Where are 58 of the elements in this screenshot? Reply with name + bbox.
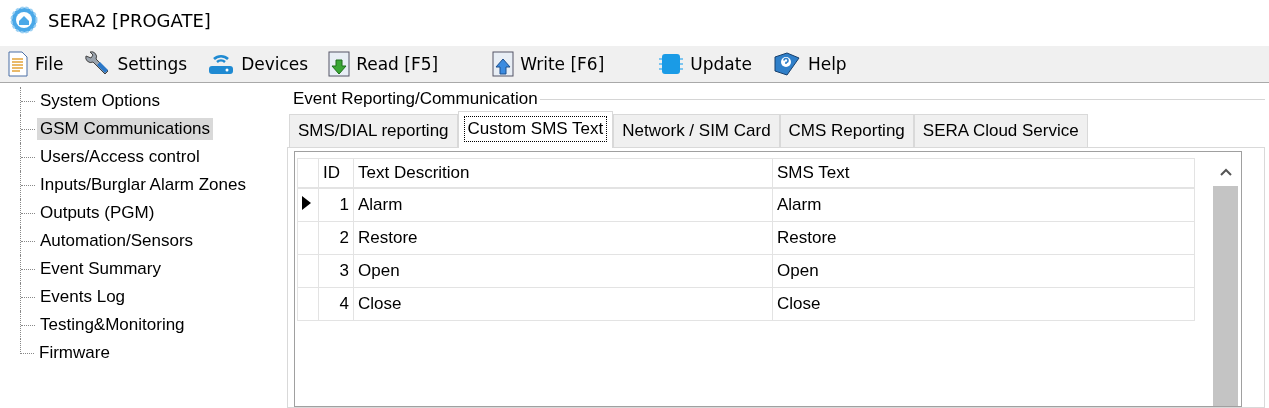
tree-item[interactable]: Outputs (PGM) <box>37 202 158 224</box>
tree-item[interactable]: Automation/Sensors <box>37 230 197 252</box>
tree-connector <box>21 268 35 270</box>
chip-icon <box>658 51 685 77</box>
column-header[interactable]: ID <box>318 158 354 188</box>
tree-item[interactable]: Inputs/Burglar Alarm Zones <box>37 174 249 196</box>
tree-connector <box>21 324 35 326</box>
table-cell: Open <box>772 254 1195 288</box>
tree-connector <box>21 156 35 158</box>
table-cell: 2 <box>318 221 354 255</box>
upload-icon <box>492 51 515 77</box>
tree-item[interactable]: System Options <box>37 90 163 112</box>
document-icon <box>7 51 29 77</box>
row-header[interactable] <box>297 188 319 222</box>
toolbar-button[interactable]: Update <box>656 51 754 77</box>
toolbar-button[interactable]: Settings <box>81 51 190 77</box>
tree-connector <box>21 212 35 214</box>
toolbar-button[interactable]: Write [F6] <box>490 51 607 77</box>
tree-item[interactable]: Event Summary <box>37 258 164 280</box>
group-title: Event Reporting/Communication <box>293 89 538 109</box>
app-logo-icon <box>10 6 38 34</box>
table-cell: Restore <box>353 221 773 255</box>
help-book-icon <box>771 51 802 77</box>
tree-item[interactable]: Users/Access control <box>37 146 203 168</box>
table-cell: Alarm <box>772 188 1195 222</box>
table-cell: 1 <box>318 188 354 222</box>
download-icon <box>328 51 351 77</box>
toolbar-button[interactable]: Devices <box>205 52 311 76</box>
table-cell: 3 <box>318 254 354 288</box>
current-row-pointer-icon <box>302 196 311 210</box>
tab[interactable]: SERA Cloud Service <box>913 114 1088 147</box>
scroll-up-icon[interactable] <box>1219 168 1232 176</box>
tree-item[interactable]: Testing&Monitoring <box>37 314 188 336</box>
tree-connector <box>21 184 35 186</box>
tab[interactable]: SMS/DIAL reporting <box>289 114 458 147</box>
tree-item[interactable]: Firmware <box>36 342 113 364</box>
window-title: SERA2 [PROGATE] <box>48 9 211 31</box>
toolbar-button[interactable]: Help <box>769 51 849 77</box>
tree-connector <box>21 128 35 130</box>
router-icon <box>207 52 236 76</box>
table-cell: Open <box>353 254 773 288</box>
tree-connector <box>21 240 35 242</box>
table-cell: Alarm <box>353 188 773 222</box>
toolbar-button[interactable]: File <box>5 51 66 77</box>
table-cell: Close <box>353 287 773 321</box>
column-header[interactable]: SMS Text <box>772 158 1195 188</box>
tree-item[interactable]: GSM Communications <box>37 118 214 140</box>
tree-connector <box>21 100 35 102</box>
table-cell: 4 <box>318 287 354 321</box>
tab[interactable]: Network / SIM Card <box>613 114 780 147</box>
column-header[interactable]: Text Descrition <box>353 158 773 188</box>
table-cell: Restore <box>772 221 1195 255</box>
table-cell: Close <box>772 287 1195 321</box>
tree-item[interactable]: Events Log <box>37 286 129 308</box>
tab[interactable]: CMS Reporting <box>779 114 914 147</box>
toolbar-button[interactable]: Read [F5] <box>326 51 441 77</box>
tab[interactable]: Custom SMS Text <box>457 111 614 148</box>
tree-connector <box>21 296 35 298</box>
